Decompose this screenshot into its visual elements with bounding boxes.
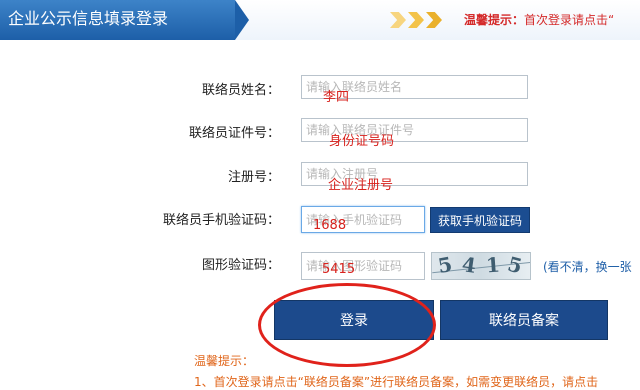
phone-code-annotation: 1688	[313, 218, 347, 233]
form-row-reg-number: 注册号： 企业注册号	[0, 162, 640, 194]
name-annotation: 李四	[323, 90, 350, 105]
id-number-label: 联络员证件号：	[188, 126, 280, 141]
chevron-right-icon	[426, 12, 442, 28]
header-tip: 温馨提示：首次登录请点击“	[464, 12, 614, 28]
captcha-input[interactable]	[301, 252, 425, 280]
reg-number-label: 注册号：	[227, 170, 280, 185]
header-bar: 企业公示信息填录登录 温馨提示：首次登录请点击“	[0, 0, 640, 40]
id-number-annotation: 身份证号码	[329, 134, 395, 149]
captcha-char: 4	[460, 252, 478, 278]
title-block: 企业公示信息填录登录	[0, 0, 249, 40]
tips-line-1: 1、首次登录请点击“联络员备案”进行联络员备案，如需变更联络员，请点击	[194, 375, 599, 389]
captcha-char: 5	[436, 252, 454, 279]
captcha-label: 图形验证码：	[201, 258, 280, 273]
captcha-annotation: 5415	[322, 262, 356, 277]
captcha-char: 5	[505, 252, 525, 279]
chevron-decoration-icon	[390, 12, 452, 28]
captcha-char: 1	[485, 252, 501, 278]
form-row-name: 联络员姓名： 李四	[0, 75, 640, 107]
login-button[interactable]: 登录	[274, 300, 434, 340]
page-title: 企业公示信息填录登录	[8, 9, 169, 28]
register-contact-button[interactable]: 联络员备案	[440, 300, 608, 340]
form-row-id-number: 联络员证件号： 身份证号码	[0, 118, 640, 150]
chevron-right-icon	[390, 12, 406, 28]
name-label: 联络员姓名：	[201, 83, 280, 98]
phone-code-label: 联络员手机验证码：	[162, 213, 280, 228]
get-sms-code-button[interactable]: 获取手机验证码	[430, 207, 530, 233]
reg-number-annotation: 企业注册号	[328, 178, 394, 193]
form-row-phone-code: 联络员手机验证码： 1688 获取手机验证码	[0, 205, 640, 237]
header-tip-label: 温馨提示：	[464, 13, 525, 27]
form-row-captcha: 图形验证码： 5415 5 4 1 5 (看不清，换一张	[0, 250, 640, 282]
captcha-image[interactable]: 5 4 1 5	[431, 252, 531, 280]
header-tip-text: 首次登录请点击“	[524, 13, 615, 27]
chevron-right-icon	[408, 12, 424, 28]
tips-title: 温馨提示：	[194, 354, 255, 368]
captcha-refresh-link[interactable]: (看不清，换一张	[543, 258, 632, 275]
